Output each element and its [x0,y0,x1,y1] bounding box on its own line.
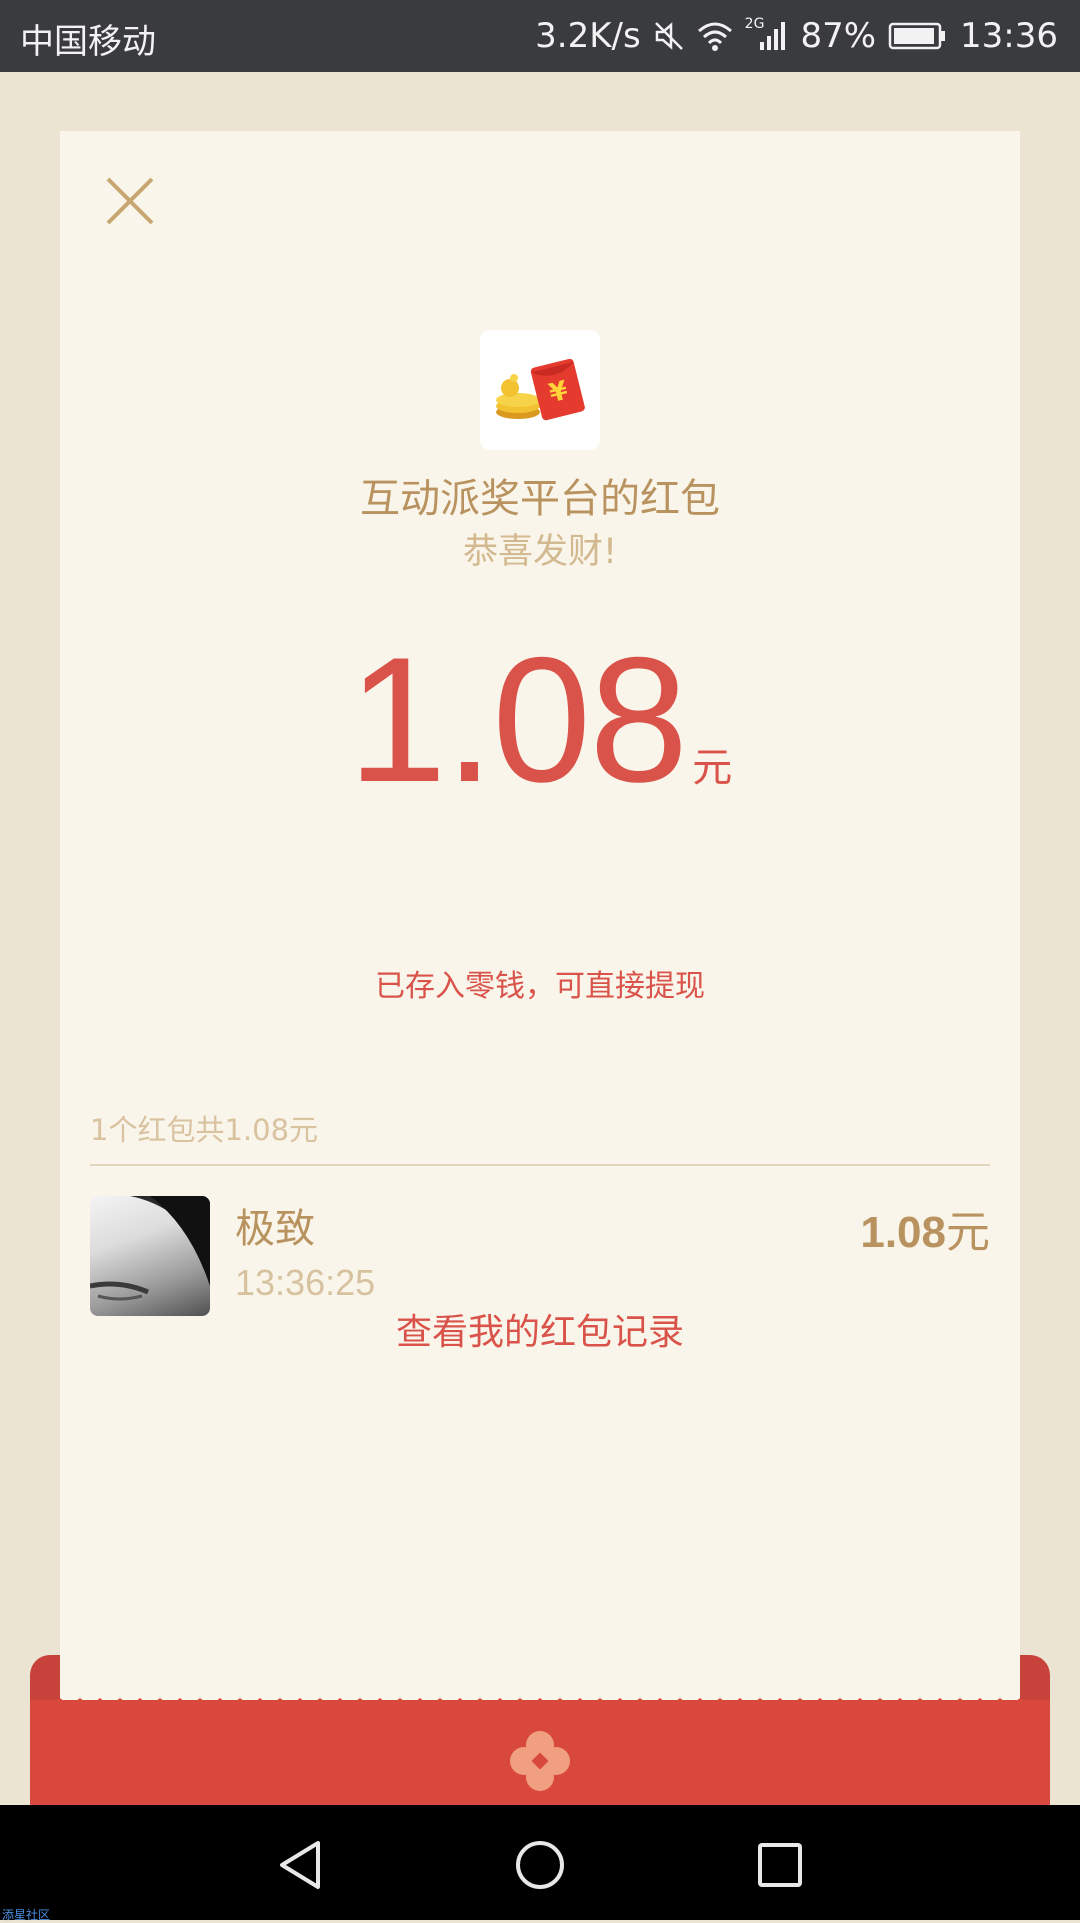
watermark-text: 添星社区 [2,1908,51,1922]
battery-percent: 87% [800,16,877,56]
divider [90,1164,990,1166]
back-button[interactable] [270,1835,330,1895]
receive-amount-unit: 元 [946,1207,990,1258]
close-icon [106,177,154,225]
receiver-name: 极致 [235,1206,315,1252]
receive-time: 13:36:25 [235,1262,376,1303]
avatar [90,1196,210,1316]
flower-icon [510,1731,570,1791]
back-triangle-icon [280,1841,320,1889]
wifi-icon [697,20,733,52]
sender-logo: ¥ [480,330,600,450]
mute-icon [653,20,685,52]
battery-icon [888,21,948,51]
signal-icon: 2G [745,16,789,52]
network-speed: 3.2K/s [535,16,641,56]
packet-title: 互动派奖平台的红包 [360,476,720,522]
packet-greeting: 恭喜发财! [462,532,618,572]
status-bar: 中国移动 3.2K/s 2G 87% 13:36 [0,0,1080,72]
carrier-name: 中国移动 [20,22,156,62]
recents-button[interactable] [750,1835,810,1895]
network-type: 2G [744,16,765,32]
clock: 13:36 [960,16,1058,56]
receive-amount: 1.08元 [860,1196,990,1260]
packet-summary: 1个红包共1.08元 [90,1113,319,1147]
view-records-link[interactable]: 查看我的红包记录 [60,1303,1020,1355]
home-button[interactable] [510,1835,570,1895]
home-circle-icon [516,1841,564,1889]
red-packet-detail-card: ¥ 互动派奖平台的红包 恭喜发财! 1.08 元 已存入零钱，可直接提现 1个红包… [60,131,1020,1711]
receive-amount-value: 1.08 [860,1208,946,1257]
received-amount: 1.08 元 [60,631,1020,809]
recents-square-icon [758,1843,802,1887]
deposit-note: 已存入零钱，可直接提现 [375,969,705,1004]
amount-value: 1.08 [347,620,688,819]
status-indicators: 3.2K/s 2G 87% 13:36 [535,12,1058,60]
close-button[interactable] [100,171,160,231]
navigation-bar [0,1805,1080,1920]
envelope-zigzag-edge [30,1698,1050,1716]
list-item[interactable]: 极致 13:36:25 1.08元 [90,1196,990,1318]
red-envelope-coins-icon: ¥ [496,358,585,421]
amount-unit: 元 [692,745,733,791]
